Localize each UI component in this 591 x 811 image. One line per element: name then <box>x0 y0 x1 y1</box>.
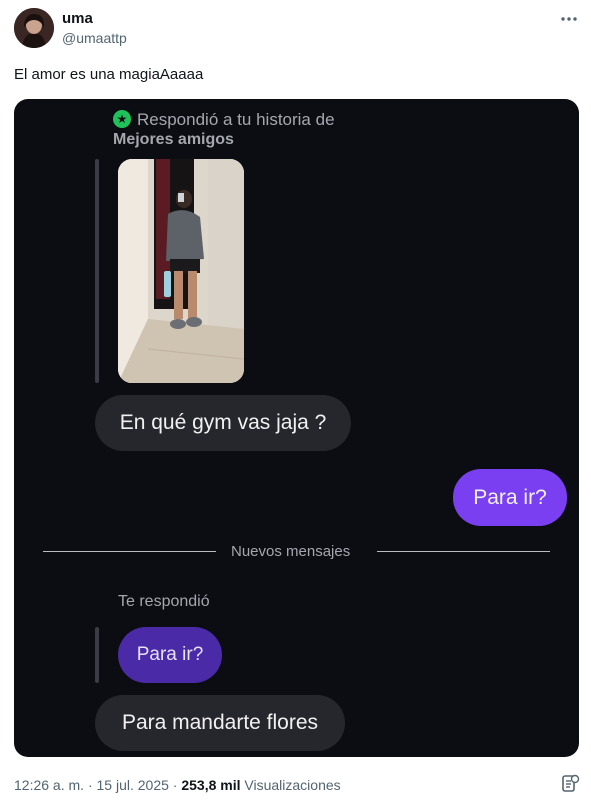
story-image[interactable] <box>118 159 244 383</box>
avatar-photo <box>14 8 54 48</box>
divider-line-left <box>43 551 216 552</box>
story-reply-label: Respondió a tu historia de <box>137 110 335 129</box>
message-received-2[interactable]: Para mandarte flores <box>95 695 345 751</box>
tweet-date[interactable]: 15 jul. 2025 <box>97 777 169 793</box>
tweet-media-screenshot[interactable]: ★ Respondió a tu historia de Mejores ami… <box>14 99 579 757</box>
separator-dot: · <box>87 777 97 793</box>
views-label: Visualizaciones <box>244 777 341 793</box>
divider-line-right <box>377 551 550 552</box>
avatar[interactable] <box>14 8 54 48</box>
message-text: Para ir? <box>136 644 204 665</box>
tweet-text: El amor es una magiaAaaaa <box>14 66 204 83</box>
message-text: Para ir? <box>473 485 547 509</box>
quoted-message[interactable]: Para ir? <box>118 627 222 683</box>
quote-bar <box>95 159 99 383</box>
new-messages-divider: Nuevos mensajes <box>231 543 351 560</box>
handle[interactable]: @umaattp <box>62 30 127 46</box>
message-received-1[interactable]: En qué gym vas jaja ? <box>95 395 351 451</box>
display-name[interactable]: uma <box>62 10 93 27</box>
message-text: En qué gym vas jaja ? <box>119 411 327 434</box>
quote-bar <box>95 627 99 683</box>
close-friends-star-icon: ★ <box>113 110 131 128</box>
message-text: Para mandarte flores <box>121 711 319 734</box>
views-count: 253,8 mil <box>181 777 241 793</box>
message-sent-1[interactable]: Para ir? <box>453 469 567 526</box>
tweet-meta: 12:26 a. m. · 15 jul. 2025 · 253,8 mil V… <box>14 777 341 793</box>
story-audience-label: Mejores amigos <box>113 131 234 148</box>
tweet-time[interactable]: 12:26 a. m. <box>14 777 84 793</box>
replied-label: Te respondió <box>118 593 210 610</box>
bookmark-summary-icon[interactable] <box>560 774 580 794</box>
more-horizontal-icon[interactable] <box>560 10 578 33</box>
